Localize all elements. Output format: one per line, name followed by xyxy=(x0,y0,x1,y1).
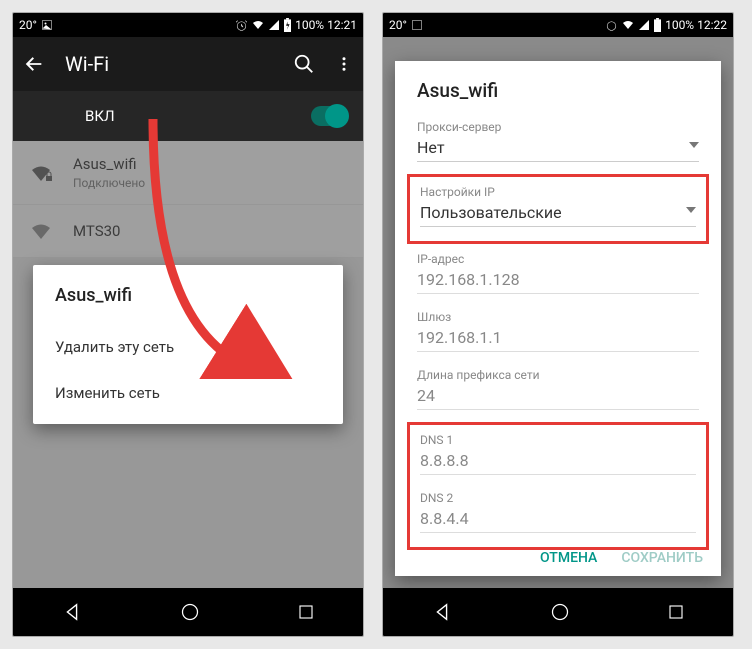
clock: 12:22 xyxy=(697,18,727,32)
overflow-menu-icon[interactable] xyxy=(335,53,353,75)
wifi-icon xyxy=(251,19,265,31)
status-bar: 20° 100% 12:22 xyxy=(383,13,733,37)
battery-charging-icon xyxy=(283,18,292,32)
battery-percent: 100% xyxy=(665,18,694,32)
dns1-value: 8.8.8.8 xyxy=(420,451,696,475)
wifi-subheader: ВКЛ xyxy=(13,91,363,141)
temperature: 20° xyxy=(19,18,37,32)
picture-icon xyxy=(411,19,423,31)
chevron-down-icon xyxy=(686,207,696,213)
alarm-icon xyxy=(235,19,248,32)
phone-left: 20° 100% 12:21 Wi-Fi ВКЛ Asus_wifi Подкл… xyxy=(12,12,364,637)
toolbar: Wi-Fi xyxy=(13,37,363,91)
gateway-field[interactable]: Шлюз 192.168.1.1 xyxy=(395,304,721,362)
dns2-label: DNS 2 xyxy=(420,491,696,505)
phone-right: 20° 100% 12:22 Asus_wifi Прокси-сервер Н… xyxy=(382,12,734,637)
search-icon[interactable] xyxy=(293,53,315,75)
toolbar-title: Wi-Fi xyxy=(65,52,273,76)
menu-item-modify[interactable]: Изменить сеть xyxy=(55,370,321,416)
proxy-field[interactable]: Прокси-сервер Нет xyxy=(395,114,721,172)
android-navbar xyxy=(383,588,733,636)
dns1-field[interactable]: DNS 1 8.8.8.8 xyxy=(420,427,696,485)
cancel-button[interactable]: ОТМЕНА xyxy=(540,550,597,566)
highlight-dns: DNS 1 8.8.8.8 DNS 2 8.8.4.4 xyxy=(407,422,709,550)
nav-home-icon[interactable] xyxy=(180,602,200,622)
signal-icon xyxy=(638,19,650,31)
proxy-label: Прокси-сервер xyxy=(417,120,699,134)
temperature: 20° xyxy=(389,18,407,32)
wifi-on-label: ВКЛ xyxy=(85,107,115,125)
ip-address-field[interactable]: IP-адрес 192.168.1.128 xyxy=(395,246,721,304)
gateway-value: 192.168.1.1 xyxy=(417,328,699,352)
nav-recent-icon[interactable] xyxy=(667,603,685,621)
gateway-label: Шлюз xyxy=(417,310,699,324)
dns2-field[interactable]: DNS 2 8.8.4.4 xyxy=(420,485,696,543)
nav-recent-icon[interactable] xyxy=(297,603,315,621)
android-navbar xyxy=(13,588,363,636)
alarm-icon xyxy=(605,19,618,32)
wifi-toggle[interactable] xyxy=(311,106,347,126)
ip-settings-field[interactable]: Настройки IP Пользовательские xyxy=(420,179,696,237)
ip-address-label: IP-адрес xyxy=(417,252,699,266)
dialog-actions: ОТМЕНА СОХРАНИТЬ xyxy=(540,550,703,566)
picture-icon xyxy=(41,19,53,31)
nav-back-icon[interactable] xyxy=(431,601,453,623)
wifi-edit-dialog: Asus_wifi Прокси-сервер Нет Настройки IP… xyxy=(395,61,721,576)
save-button[interactable]: СОХРАНИТЬ xyxy=(621,550,703,566)
chevron-down-icon xyxy=(689,142,699,148)
proxy-value: Нет xyxy=(417,138,445,157)
back-arrow-icon[interactable] xyxy=(23,53,45,75)
ip-settings-value: Пользовательские xyxy=(420,203,562,222)
signal-icon xyxy=(268,19,280,31)
wifi-icon xyxy=(621,19,635,31)
nav-home-icon[interactable] xyxy=(550,602,570,622)
menu-item-forget[interactable]: Удалить эту сеть xyxy=(55,324,321,370)
dialog-title: Asus_wifi xyxy=(395,79,721,114)
prefix-label: Длина префикса сети xyxy=(417,368,699,382)
prefix-value: 24 xyxy=(417,386,699,410)
ip-address-value: 192.168.1.128 xyxy=(417,270,699,294)
prefix-field[interactable]: Длина префикса сети 24 xyxy=(395,362,721,420)
ip-settings-label: Настройки IP xyxy=(420,185,696,199)
highlight-ip-settings: Настройки IP Пользовательские xyxy=(407,174,709,244)
context-menu-title: Asus_wifi xyxy=(55,285,321,306)
wifi-context-menu: Asus_wifi Удалить эту сеть Изменить сеть xyxy=(33,265,343,424)
dns1-label: DNS 1 xyxy=(420,433,696,447)
nav-back-icon[interactable] xyxy=(61,601,83,623)
status-bar: 20° 100% 12:21 xyxy=(13,13,363,37)
clock: 12:21 xyxy=(327,18,357,32)
dns2-value: 8.8.4.4 xyxy=(420,509,696,533)
battery-percent: 100% xyxy=(295,18,324,32)
battery-charging-icon xyxy=(653,18,662,32)
